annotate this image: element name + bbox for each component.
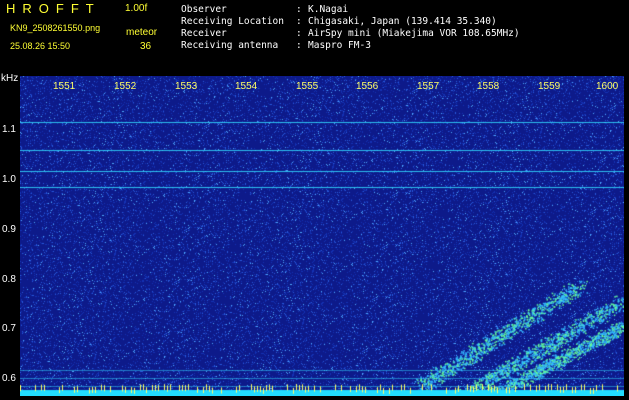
info-value: Chigasaki, Japan (139.414 35.340)	[308, 16, 497, 27]
info-row-location: Receiving Location: Chigasaki, Japan (13…	[181, 16, 520, 28]
y-tick-label: 0.8	[2, 274, 16, 285]
station-info: Observer: K.Nagai Receiving Location: Ch…	[181, 4, 520, 52]
y-tick-label: 0.6	[2, 373, 16, 384]
info-row-observer: Observer: K.Nagai	[181, 4, 520, 16]
x-tick-label: 1554	[235, 81, 258, 92]
filename-label: KN9_2508261550.png	[10, 23, 101, 33]
spectrogram-plot: 1551 1552 1553 1554 1555 1556 1557 1558 …	[20, 76, 624, 396]
info-label: Receiving Location	[181, 16, 284, 27]
info-row-antenna: Receiving antenna: Maspro FM-3	[181, 40, 520, 52]
info-label: Receiving antenna	[181, 40, 279, 51]
info-separator: :	[296, 28, 308, 39]
x-tick-label: 1556	[356, 81, 379, 92]
spectrogram-canvas	[20, 76, 624, 396]
x-tick-label: 1555	[296, 81, 319, 92]
y-tick-label: 0.9	[2, 224, 16, 235]
x-tick-label: 1558	[477, 81, 500, 92]
info-row-receiver: Receiver: AirSpy mini (Miakejima VOR 108…	[181, 28, 520, 40]
datetime-label: 25.08.26 15:50	[10, 41, 71, 51]
y-axis-unit: kHz	[1, 73, 19, 84]
info-separator: :	[296, 40, 308, 51]
meteor-label: meteor	[126, 27, 158, 38]
info-separator: :	[296, 16, 308, 27]
x-tick-label: 1551	[53, 81, 76, 92]
info-value: Maspro FM-3	[308, 40, 371, 51]
x-tick-label: 1557	[417, 81, 440, 92]
info-separator: :	[296, 4, 308, 15]
meteor-count: 36	[140, 41, 152, 52]
info-value: K.Nagai	[308, 4, 349, 15]
x-tick-label: 1552	[114, 81, 137, 92]
y-tick-label: 0.7	[2, 323, 16, 334]
y-tick-label: 1.0	[2, 174, 16, 185]
info-label: Receiver	[181, 28, 227, 39]
info-value: AirSpy mini (Miakejima VOR 108.65MHz)	[308, 28, 520, 39]
header-panel: HROFFT 1.00f KN9_2508261550.png meteor 2…	[0, 0, 629, 76]
y-tick-label: 1.1	[2, 124, 16, 135]
info-label: Observer	[181, 4, 227, 15]
x-tick-label: 1559	[538, 81, 561, 92]
x-tick-label: 1600	[596, 81, 619, 92]
app-title: HROFFT	[6, 1, 101, 16]
x-tick-label: 1553	[175, 81, 198, 92]
version-label: 1.00f	[125, 3, 148, 14]
